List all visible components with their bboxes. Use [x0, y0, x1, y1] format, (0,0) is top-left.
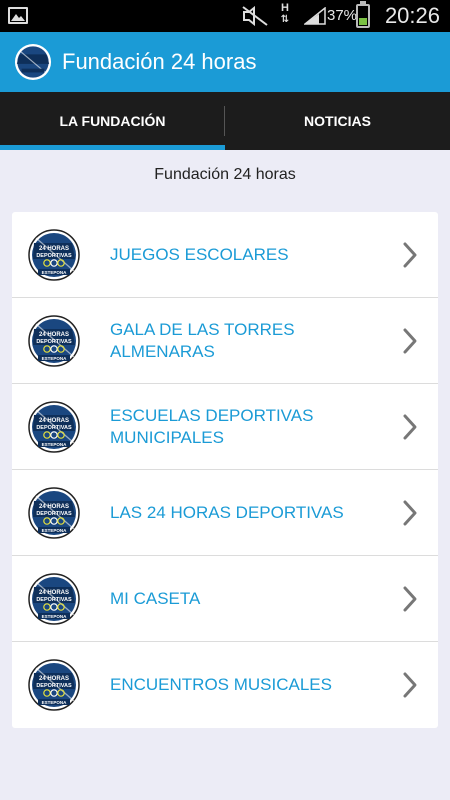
fundacion-logo-icon: 24 HORAS DEPORTIVAS ESTEPONA: [28, 573, 80, 625]
list-item-label: ENCUENTROS MUSICALES: [110, 675, 332, 694]
clock: 20:26: [384, 3, 440, 28]
svg-text:ESTEPONA: ESTEPONA: [42, 356, 68, 361]
svg-text:24 HORAS: 24 HORAS: [39, 676, 69, 682]
svg-text:24 HORAS: 24 HORAS: [39, 246, 69, 252]
list-item-label: JUEGOS ESCOLARES: [110, 245, 289, 264]
list-item-gala-torres-almenaras[interactable]: 24 HORAS DEPORTIVAS ESTEPONA GALA DE LAS…: [12, 298, 438, 384]
gallery-icon: [8, 7, 28, 24]
svg-text:24 HORAS: 24 HORAS: [39, 590, 69, 596]
hplus-icon: H ⇅: [280, 2, 290, 26]
svg-text:ESTEPONA: ESTEPONA: [42, 442, 68, 447]
fundacion-logo-icon: 24 HORAS DEPORTIVAS ESTEPONA: [28, 401, 80, 453]
svg-text:DEPORTIVAS: DEPORTIVAS: [36, 339, 72, 345]
svg-text:24 HORAS: 24 HORAS: [39, 418, 69, 424]
list-item-juegos-escolares[interactable]: 24 HORAS DEPORTIVAS ESTEPONA JUEGOS ESCO…: [12, 212, 438, 298]
action-bar: Fundación 24 horas: [0, 32, 450, 92]
menu-list: 24 HORAS DEPORTIVAS ESTEPONA JUEGOS ESCO…: [12, 212, 438, 728]
mute-icon: [242, 6, 268, 26]
network-label: H: [281, 2, 289, 14]
list-item-label: GALA DE LAS TORRES ALMENARAS: [110, 320, 295, 361]
chevron-right-icon: [403, 586, 417, 612]
app-logo-icon[interactable]: [14, 43, 52, 81]
svg-text:24 HORAS: 24 HORAS: [39, 332, 69, 338]
svg-text:DEPORTIVAS: DEPORTIVAS: [36, 597, 72, 603]
battery-icon: [356, 1, 370, 28]
list-item-escuelas-deportivas[interactable]: 24 HORAS DEPORTIVAS ESTEPONA ESCUELAS DE…: [12, 384, 438, 470]
battery-percent: 37%: [327, 7, 358, 24]
app-title: Fundación 24 horas: [62, 49, 257, 74]
tab-la-fundacion[interactable]: LA FUNDACIÓN: [0, 92, 225, 150]
tab-bar: LA FUNDACIÓN NOTICIAS: [0, 92, 450, 150]
list-item-encuentros-musicales[interactable]: 24 HORAS DEPORTIVAS ESTEPONA ENCUENTROS …: [12, 642, 438, 728]
fundacion-logo-icon: 24 HORAS DEPORTIVAS ESTEPONA: [28, 315, 80, 367]
svg-text:DEPORTIVAS: DEPORTIVAS: [36, 425, 72, 431]
list-item-label: MI CASETA: [110, 589, 201, 608]
fundacion-logo-icon: 24 HORAS DEPORTIVAS ESTEPONA: [28, 487, 80, 539]
chevron-right-icon: [403, 672, 417, 698]
chevron-right-icon: [403, 414, 417, 440]
list-item-label: LAS 24 HORAS DEPORTIVAS: [110, 503, 344, 522]
list-item-label: ESCUELAS DEPORTIVAS MUNICIPALES: [110, 406, 314, 447]
tab-selected-indicator: [0, 145, 225, 150]
chevron-right-icon: [403, 328, 417, 354]
chevron-right-icon: [403, 500, 417, 526]
svg-text:DEPORTIVAS: DEPORTIVAS: [36, 511, 72, 517]
signal-icon: [304, 7, 326, 25]
svg-text:ESTEPONA: ESTEPONA: [42, 614, 68, 619]
tab-noticias[interactable]: NOTICIAS: [225, 92, 450, 150]
fundacion-logo-icon: 24 HORAS DEPORTIVAS ESTEPONA: [28, 659, 80, 711]
list-item-mi-caseta[interactable]: 24 HORAS DEPORTIVAS ESTEPONA MI CASETA: [12, 556, 438, 642]
svg-text:ESTEPONA: ESTEPONA: [42, 700, 68, 705]
svg-text:DEPORTIVAS: DEPORTIVAS: [36, 683, 72, 689]
fundacion-logo-icon: 24 HORAS DEPORTIVAS ESTEPONA: [28, 229, 80, 281]
chevron-right-icon: [403, 242, 417, 268]
list-item-24-horas-deportivas[interactable]: 24 HORAS DEPORTIVAS ESTEPONA LAS 24 HORA…: [12, 470, 438, 556]
svg-text:ESTEPONA: ESTEPONA: [42, 270, 68, 275]
svg-text:DEPORTIVAS: DEPORTIVAS: [36, 253, 72, 259]
svg-text:ESTEPONA: ESTEPONA: [42, 528, 68, 533]
svg-text:24 HORAS: 24 HORAS: [39, 504, 69, 510]
battery-fill: [359, 17, 367, 25]
status-bar: H ⇅ 37% 20:26: [0, 0, 450, 32]
section-title: Fundación 24 horas: [154, 166, 296, 183]
